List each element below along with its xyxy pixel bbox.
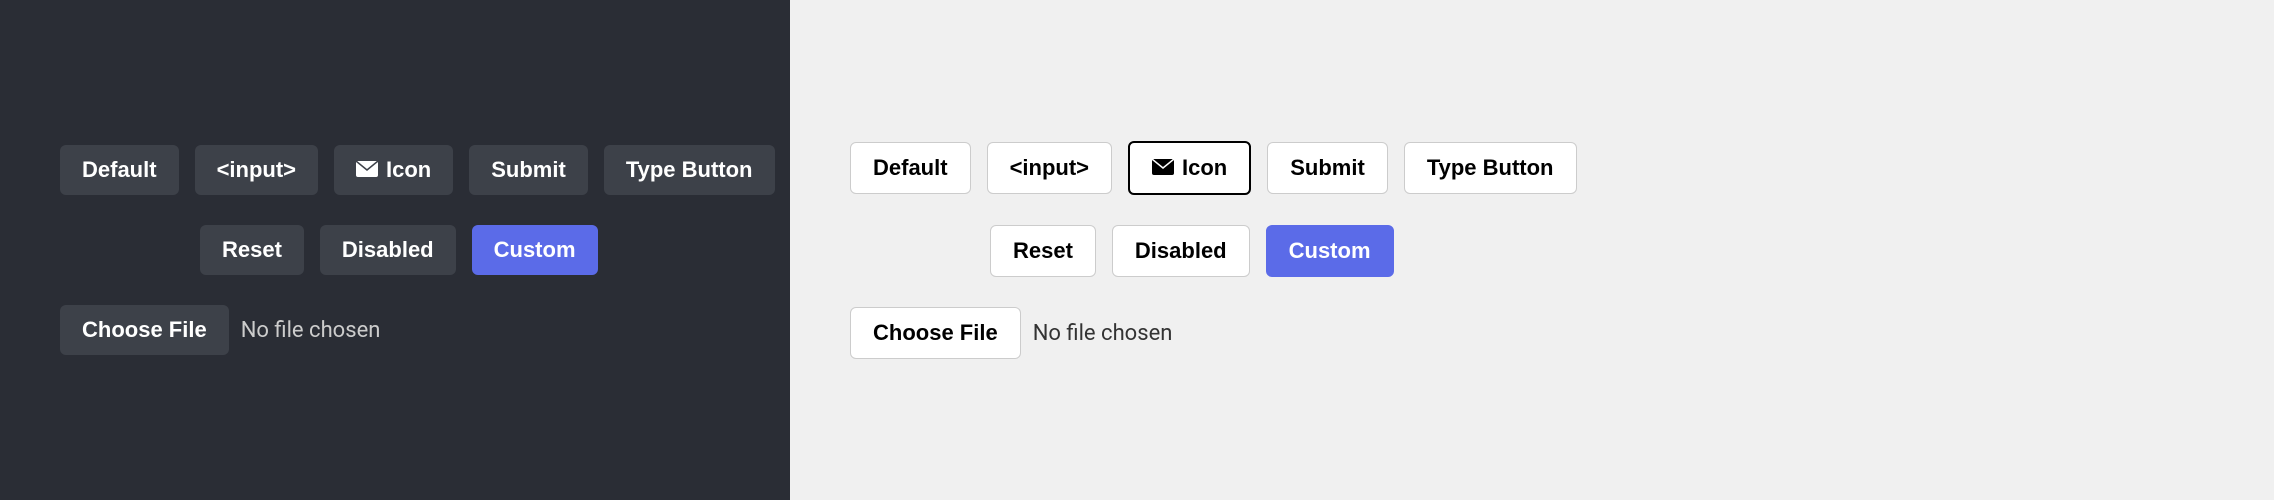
dark-default-button[interactable]: Default xyxy=(60,145,179,195)
light-disabled-button[interactable]: Disabled xyxy=(1112,225,1250,277)
light-no-file-label: No file chosen xyxy=(1033,321,1173,346)
light-row-2: Reset Disabled Custom xyxy=(850,225,2214,277)
light-submit-button[interactable]: Submit xyxy=(1267,142,1388,194)
dark-reset-button[interactable]: Reset xyxy=(200,225,304,275)
dark-no-file-label: No file chosen xyxy=(241,318,381,343)
dark-row-2: Reset Disabled Custom xyxy=(60,225,730,275)
light-icon-button[interactable]: Icon xyxy=(1128,141,1251,195)
dark-type-button[interactable]: Type Button xyxy=(604,145,775,195)
mail-icon xyxy=(356,157,378,183)
mail-icon-light xyxy=(1152,155,1174,181)
dark-panel: Default <input> Icon Submit Type Button … xyxy=(0,0,790,500)
light-type-button[interactable]: Type Button xyxy=(1404,142,1577,194)
dark-disabled-button[interactable]: Disabled xyxy=(320,225,456,275)
light-reset-button[interactable]: Reset xyxy=(990,225,1096,277)
dark-icon-label: Icon xyxy=(386,157,431,183)
light-panel: Default <input> Icon Submit Type Button … xyxy=(790,0,2274,500)
dark-icon-button[interactable]: Icon xyxy=(334,145,453,195)
light-choose-file-button[interactable]: Choose File xyxy=(850,307,1021,359)
light-row-1: Default <input> Icon Submit Type Button xyxy=(850,141,2214,195)
light-icon-label: Icon xyxy=(1182,155,1227,181)
dark-input-button[interactable]: <input> xyxy=(195,145,318,195)
dark-custom-button[interactable]: Custom xyxy=(472,225,598,275)
light-default-button[interactable]: Default xyxy=(850,142,971,194)
dark-submit-button[interactable]: Submit xyxy=(469,145,588,195)
light-file-row: Choose File No file chosen xyxy=(850,307,2214,359)
light-input-button[interactable]: <input> xyxy=(987,142,1112,194)
dark-row-1: Default <input> Icon Submit Type Button xyxy=(60,145,730,195)
light-custom-button[interactable]: Custom xyxy=(1266,225,1394,277)
dark-choose-file-button[interactable]: Choose File xyxy=(60,305,229,355)
dark-file-row: Choose File No file chosen xyxy=(60,305,730,355)
